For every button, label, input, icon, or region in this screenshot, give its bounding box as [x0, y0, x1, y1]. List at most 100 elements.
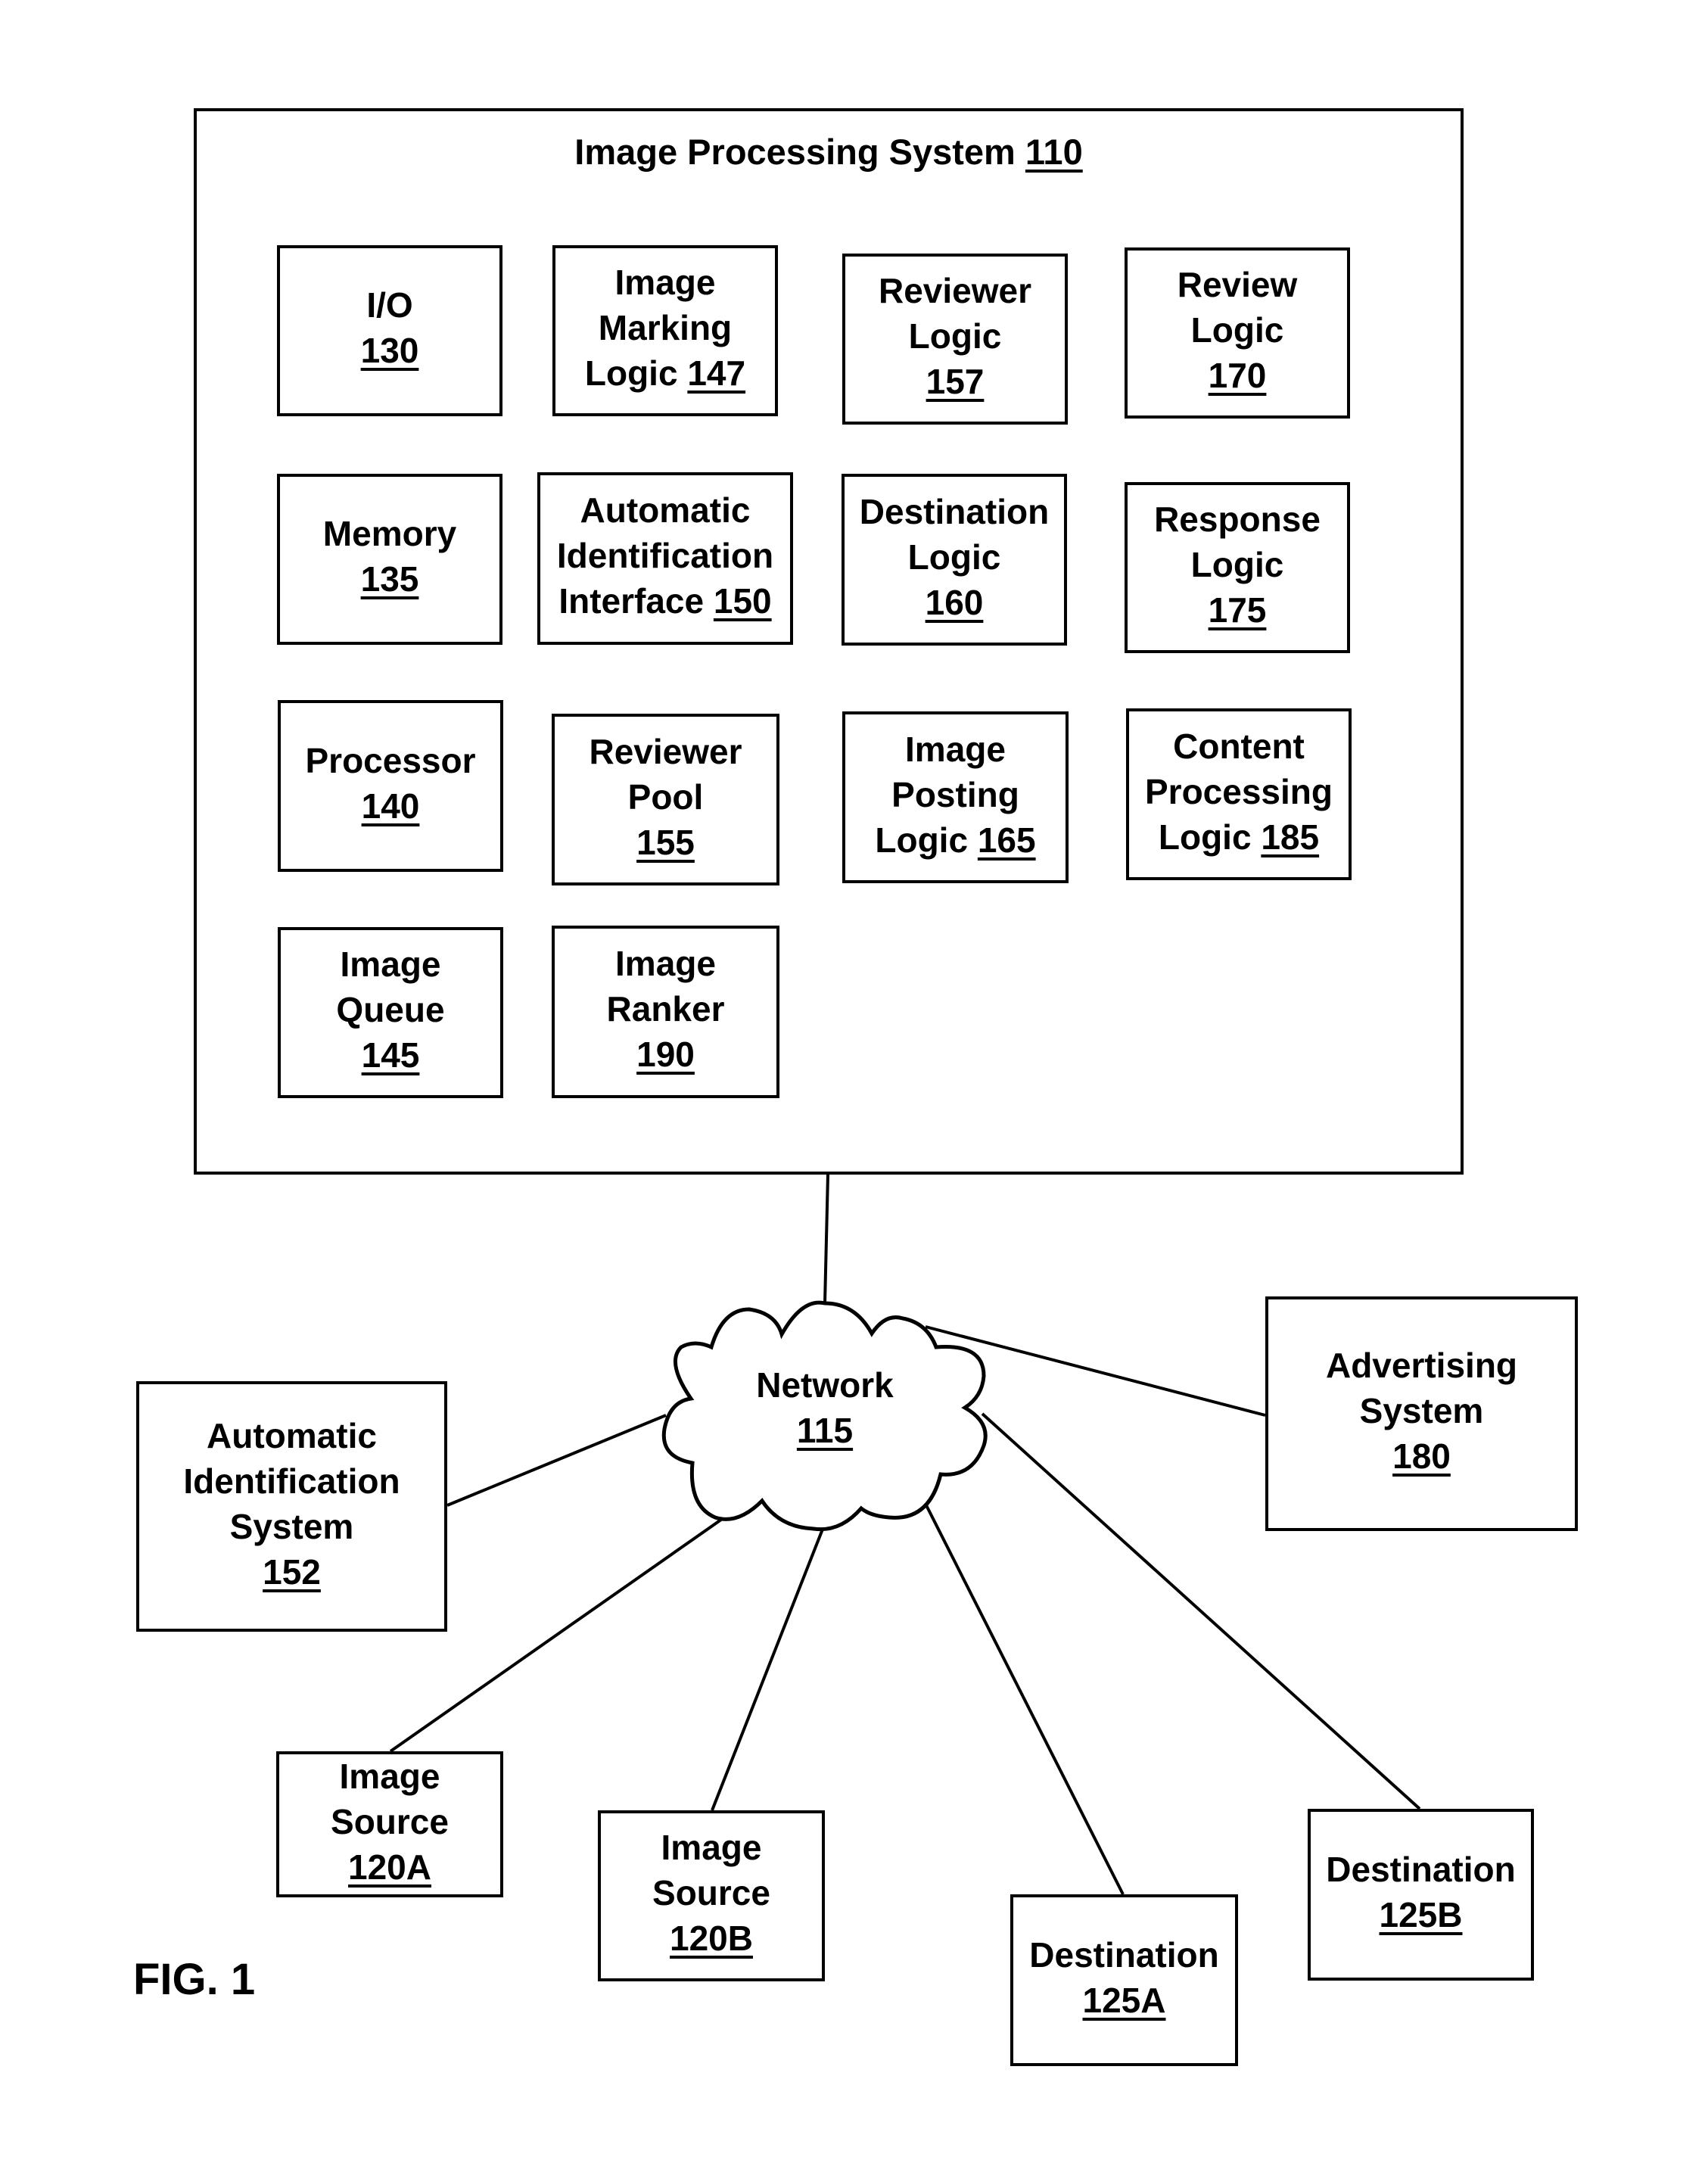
- label-text: Automatic: [207, 1415, 377, 1455]
- figure-label: FIG. 1: [133, 1955, 256, 2004]
- reference-number: 130: [360, 331, 419, 370]
- response-logic-box: Response Logic 175: [1125, 482, 1350, 653]
- label-line: Destination: [1029, 1932, 1218, 1978]
- label-line: Pool: [589, 774, 742, 820]
- label-line: Image: [336, 941, 444, 987]
- label-line: Source: [331, 1799, 449, 1844]
- label-line: Logic: [879, 313, 1031, 359]
- system-ref-number: 110: [1025, 132, 1083, 172]
- label-text: Memory: [322, 514, 457, 553]
- label-text: Destination: [1326, 1849, 1516, 1889]
- label-line: 170: [1178, 353, 1298, 398]
- label-text: Image: [615, 944, 716, 983]
- connector-auto-id-system-to-network: [446, 1414, 667, 1507]
- connector-advertising-to-network: [925, 1325, 1266, 1417]
- content-processing-logic-box: Content Processing Logic 185: [1126, 708, 1352, 880]
- review-logic-box: Review Logic 170: [1125, 247, 1350, 419]
- label-text: Image: [614, 263, 716, 302]
- label-line: 155: [589, 820, 742, 865]
- reference-number: 170: [1208, 356, 1267, 395]
- label-line: Destination: [1326, 1847, 1515, 1892]
- reference-number: 165: [977, 820, 1036, 860]
- advertising-system-box: Advertising System 180: [1265, 1296, 1578, 1531]
- label-text: Processing: [1145, 771, 1333, 811]
- label-line: Response: [1154, 496, 1321, 542]
- label-text: Network: [756, 1365, 894, 1405]
- destination-125a-box: Destination 125A: [1010, 1894, 1238, 2066]
- label-line: Content: [1145, 724, 1333, 769]
- memory-label: Memory 135: [323, 511, 456, 602]
- io-label: I/O 130: [361, 282, 419, 373]
- label-line: Review: [1178, 262, 1298, 307]
- label-line: Identification: [557, 533, 773, 578]
- label-text: Review: [1177, 265, 1298, 304]
- reference-number: 120B: [670, 1919, 753, 1958]
- label-line: Processing: [1145, 769, 1333, 814]
- label-line: Image: [331, 1754, 449, 1799]
- label-line: 175: [1154, 587, 1321, 633]
- reference-number: 115: [796, 1411, 854, 1450]
- label-text: Content: [1173, 726, 1305, 766]
- destination-125b-label: Destination 125B: [1326, 1847, 1515, 1937]
- label-text: Source: [331, 1801, 449, 1841]
- label-text: Reviewer: [878, 271, 1031, 310]
- image-source-120b-label: Image Source 120B: [652, 1825, 770, 1961]
- reference-number: 190: [636, 1035, 695, 1074]
- reference-number: 140: [361, 786, 420, 826]
- reviewer-pool-label: Reviewer Pool 155: [589, 729, 742, 865]
- label-line: I/O: [361, 282, 419, 328]
- label-line: Logic: [1154, 542, 1321, 587]
- processor-label: Processor 140: [305, 738, 475, 829]
- label-line: Logic 147: [585, 350, 745, 396]
- label-line: Reviewer: [879, 268, 1031, 313]
- automatic-identification-interface-label: Automatic Identification Interface 150: [557, 487, 773, 624]
- reference-number: 180: [1392, 1436, 1451, 1476]
- label-line: 125A: [1029, 1978, 1218, 2023]
- label-line: System: [183, 1504, 400, 1549]
- label-line: 125B: [1326, 1892, 1515, 1937]
- system-title-text: Image Processing System: [574, 132, 1016, 172]
- image-queue-box: Image Queue 145: [278, 927, 503, 1098]
- reviewer-logic-box: Reviewer Logic 157: [842, 254, 1068, 425]
- label-line: Image: [652, 1825, 770, 1870]
- label-line: 180: [1326, 1433, 1517, 1479]
- label-line: Memory: [323, 511, 456, 556]
- label-line: Advertising: [1326, 1343, 1517, 1388]
- reference-number: 125B: [1379, 1894, 1463, 1934]
- destination-logic-label: Destination Logic 160: [860, 489, 1049, 625]
- label-text: Logic: [907, 537, 1001, 577]
- label-text: Interface: [558, 581, 705, 621]
- automatic-identification-system-label: Automatic Identification System 152: [183, 1413, 400, 1595]
- label-text: Marking: [598, 308, 733, 347]
- automatic-identification-system-box: Automatic Identification System 152: [136, 1381, 447, 1632]
- label-text: Image: [905, 729, 1006, 769]
- label-line: Network: [711, 1362, 938, 1408]
- label-line: 115: [711, 1408, 938, 1453]
- label-text: Identification: [183, 1461, 400, 1501]
- label-line: 145: [336, 1032, 444, 1078]
- image-ranker-label: Image Ranker 190: [607, 941, 725, 1077]
- label-text: Pool: [627, 777, 704, 817]
- label-line: Reviewer: [589, 729, 742, 774]
- reference-number: 145: [361, 1035, 420, 1075]
- advertising-system-label: Advertising System 180: [1326, 1343, 1517, 1479]
- label-text: Queue: [336, 990, 445, 1029]
- review-logic-label: Review Logic 170: [1178, 262, 1298, 398]
- destination-logic-box: Destination Logic 160: [842, 474, 1067, 646]
- image-source-120a-box: Image Source 120A: [276, 1751, 503, 1897]
- reference-number: 120A: [348, 1847, 431, 1887]
- label-text: System: [229, 1506, 354, 1546]
- label-line: Interface 150: [557, 578, 773, 624]
- image-posting-logic-label: Image Posting Logic 165: [875, 727, 1035, 863]
- label-text: Response: [1154, 500, 1321, 539]
- reviewer-pool-box: Reviewer Pool 155: [552, 714, 779, 885]
- label-line: Logic 185: [1145, 814, 1333, 860]
- connector-image-source-120b-to-network: [711, 1527, 825, 1811]
- content-processing-logic-label: Content Processing Logic 185: [1145, 724, 1333, 860]
- label-text: Ranker: [606, 989, 725, 1029]
- connector-destination-125a-to-network: [923, 1502, 1125, 1895]
- label-text: Reviewer: [589, 731, 742, 771]
- image-marking-logic-label: Image Marking Logic 147: [585, 260, 745, 396]
- reference-number: 157: [926, 362, 985, 401]
- label-text: Logic: [1190, 310, 1284, 350]
